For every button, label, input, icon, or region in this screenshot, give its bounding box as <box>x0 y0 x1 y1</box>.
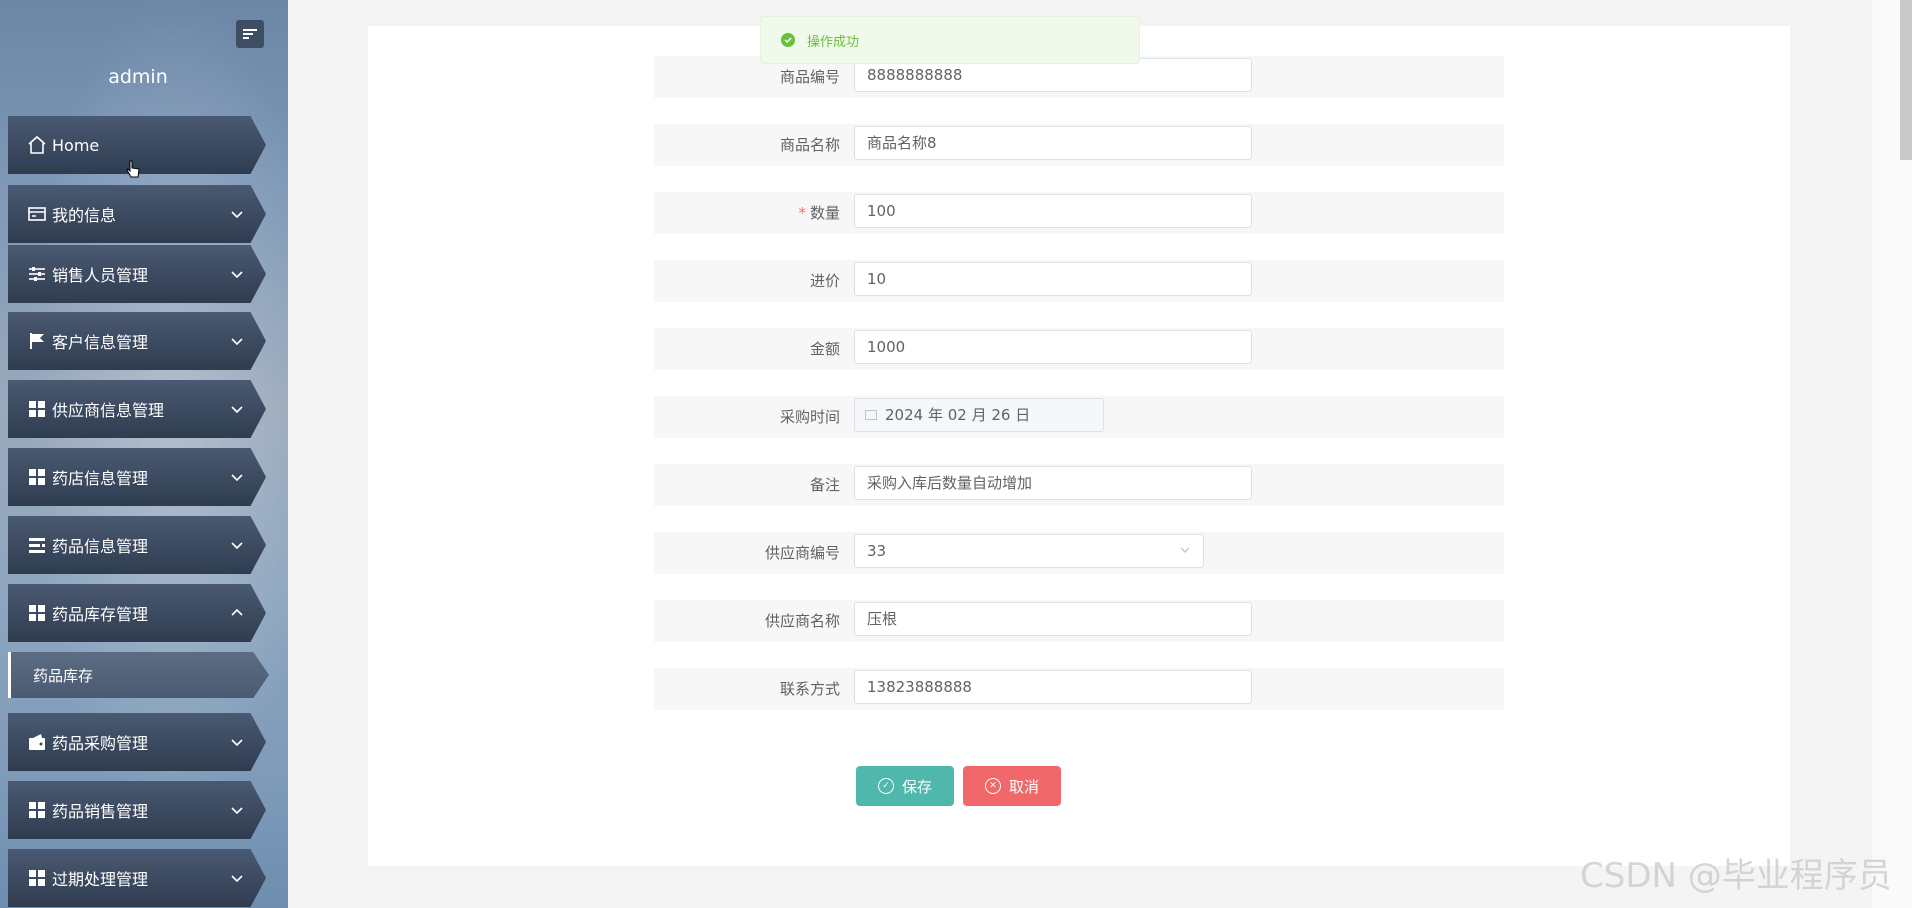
sidebar-item-label: 药品销售管理 <box>52 802 149 821</box>
form-row-supplier-code: 供应商编号 33 <box>654 532 1504 574</box>
sidebar-item-my-info[interactable]: 我的信息 <box>8 185 266 243</box>
chevron-down-icon <box>230 803 244 817</box>
sidebar-item-expiry-handling[interactable]: 过期处理管理 <box>8 849 266 907</box>
id-card-icon <box>26 203 48 225</box>
field-label: 金额 <box>809 340 840 358</box>
form-row-purchase-date: 采购时间 2024 年 02 月 26 日 <box>654 396 1504 438</box>
cancel-button-label: 取消 <box>1008 777 1039 796</box>
watermark: CSDN @毕业程序员 <box>1580 856 1892 896</box>
sidebar-item-drug-purchase[interactable]: 药品采购管理 <box>8 713 266 771</box>
sidebar-item-label: 客户信息管理 <box>52 333 149 352</box>
field-label: 供应商名称 <box>764 612 840 630</box>
date-value: 2024 年 02 月 26 日 <box>885 406 1031 424</box>
field-label: 进价 <box>809 272 840 290</box>
quantity-input[interactable]: 100 <box>854 194 1252 228</box>
form-row-quantity: * 数量 100 <box>654 192 1504 234</box>
field-label-text: 数量 <box>809 204 840 222</box>
purchase-price-input[interactable]: 10 <box>854 262 1252 296</box>
sidebar-item-drug-info[interactable]: 药品信息管理 <box>8 516 266 574</box>
sidebar-item-label: 过期处理管理 <box>52 870 149 889</box>
form-row-product-name: 商品名称 商品名称8 <box>654 124 1504 166</box>
chevron-down-icon <box>230 538 244 552</box>
sidebar-item-drug-inventory[interactable]: 药品库存管理 <box>8 584 266 642</box>
sidebar-item-customer-info[interactable]: 客户信息管理 <box>8 312 266 370</box>
form-row-remark: 备注 采购入库后数量自动增加 <box>654 464 1504 506</box>
sidebar-item-pharmacy-info[interactable]: 药店信息管理 <box>8 448 266 506</box>
sidebar-item-supplier-info[interactable]: 供应商信息管理 <box>8 380 266 438</box>
grid-icon <box>26 602 48 624</box>
save-button-label: 保存 <box>901 777 932 796</box>
grid-icon <box>26 867 48 889</box>
wallet-icon <box>26 731 48 753</box>
grid-icon <box>26 799 48 821</box>
list-icon <box>26 534 48 556</box>
supplier-code-select[interactable]: 33 <box>854 534 1204 568</box>
field-label: * 数量 <box>798 192 840 234</box>
close-circle-icon: ✕ <box>984 778 1001 794</box>
chevron-down-icon <box>230 735 244 749</box>
field-label: 商品名称 <box>779 136 840 154</box>
sidebar: admin Home 我的信息 销售人员管理 客户信息管理 供应商信息管理 药店… <box>0 0 288 908</box>
sidebar-item-label: 销售人员管理 <box>52 266 149 285</box>
home-icon <box>26 134 48 156</box>
remark-input[interactable]: 采购入库后数量自动增加 <box>854 466 1252 500</box>
product-name-input[interactable]: 商品名称8 <box>854 126 1252 160</box>
field-label: 联系方式 <box>779 680 840 698</box>
sidebar-item-label: 我的信息 <box>52 206 117 225</box>
field-label: 供应商编号 <box>764 544 840 562</box>
sidebar-item-drug-sales[interactable]: 药品销售管理 <box>8 781 266 839</box>
chevron-down-icon <box>230 402 244 416</box>
chevron-up-icon <box>230 606 244 620</box>
chevron-down-icon <box>1179 535 1191 567</box>
save-button[interactable]: ✓ 保存 <box>856 766 954 806</box>
sidebar-item-label: 药品信息管理 <box>52 537 149 556</box>
collapse-icon <box>243 27 257 41</box>
username: admin <box>108 66 168 88</box>
sidebar-subitem-drug-stock[interactable]: 药品库存 <box>8 652 269 698</box>
chevron-down-icon <box>230 334 244 348</box>
sidebar-item-label: 药店信息管理 <box>52 469 149 488</box>
check-circle-icon <box>781 33 795 47</box>
sliders-icon <box>26 263 48 285</box>
purchase-date-picker[interactable]: 2024 年 02 月 26 日 <box>854 398 1104 432</box>
chevron-down-icon <box>230 267 244 281</box>
flag-icon <box>26 330 48 352</box>
select-value: 33 <box>867 542 887 560</box>
toast-message: 操作成功 <box>807 34 860 50</box>
form-row-supplier-name: 供应商名称 压根 <box>654 600 1504 642</box>
hand-cursor-icon <box>126 160 140 180</box>
form-row-purchase-price: 进价 10 <box>654 260 1504 302</box>
supplier-name-input[interactable]: 压根 <box>854 602 1252 636</box>
cancel-button[interactable]: ✕ 取消 <box>963 766 1061 806</box>
check-circle-icon: ✓ <box>877 778 894 794</box>
scrollbar-thumb[interactable] <box>1900 0 1912 160</box>
chevron-down-icon <box>230 470 244 484</box>
contact-input[interactable]: 13823888888 <box>854 670 1252 704</box>
field-label: 采购时间 <box>779 408 840 426</box>
grid-icon <box>26 398 48 420</box>
calendar-icon <box>865 410 877 420</box>
grid-icon <box>26 466 48 488</box>
required-asterisk: * <box>798 204 806 222</box>
sidebar-item-sales-staff[interactable]: 销售人员管理 <box>8 245 266 303</box>
form-row-amount: 金额 1000 <box>654 328 1504 370</box>
field-label: 备注 <box>809 476 840 494</box>
menu-collapse-button[interactable] <box>236 20 264 48</box>
sidebar-item-label: 供应商信息管理 <box>52 401 165 420</box>
sidebar-subitem-label: 药品库存 <box>33 666 94 685</box>
chevron-down-icon <box>230 207 244 221</box>
form-row-contact: 联系方式 13823888888 <box>654 668 1504 710</box>
page-scrollbar[interactable] <box>1872 0 1912 908</box>
success-toast: 操作成功 <box>760 16 1140 64</box>
sidebar-item-label: 药品库存管理 <box>52 605 149 624</box>
chevron-down-icon <box>230 871 244 885</box>
amount-input[interactable]: 1000 <box>854 330 1252 364</box>
sidebar-item-label: Home <box>52 135 100 155</box>
sidebar-item-label: 药品采购管理 <box>52 734 149 753</box>
